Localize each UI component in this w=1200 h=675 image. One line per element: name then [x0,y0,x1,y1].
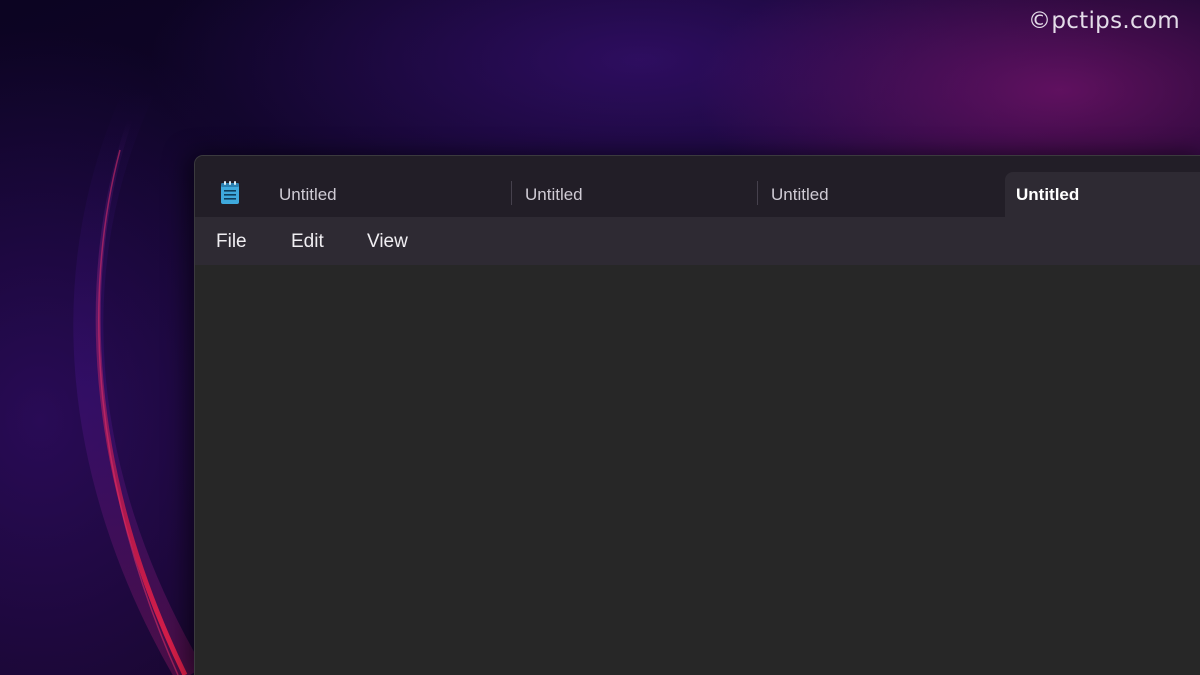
menu-edit[interactable]: Edit [291,231,324,253]
watermark: ©pctips.com [1028,8,1180,34]
tab-untitled-3[interactable]: Untitled [759,172,1003,217]
tab-label: Untitled [525,184,583,204]
text-editor-area[interactable] [195,265,1200,675]
title-bar: Untitled Untitled Untitled Untitled [195,156,1200,218]
tab-untitled-1[interactable]: Untitled [267,172,511,217]
tab-untitled-active[interactable]: Untitled [1005,172,1200,218]
tab-divider [757,181,758,205]
menu-file[interactable]: File [216,231,247,253]
notepad-icon [221,181,239,204]
menu-view[interactable]: View [367,231,408,253]
tab-label: Untitled [1016,185,1080,204]
tab-untitled-2[interactable]: Untitled [513,172,757,217]
notepad-window: Untitled Untitled Untitled Untitled File… [194,155,1200,675]
tab-divider [511,181,512,205]
tab-label: Untitled [771,184,829,204]
tab-label: Untitled [279,184,337,204]
menu-bar: File Edit View [195,217,1200,265]
